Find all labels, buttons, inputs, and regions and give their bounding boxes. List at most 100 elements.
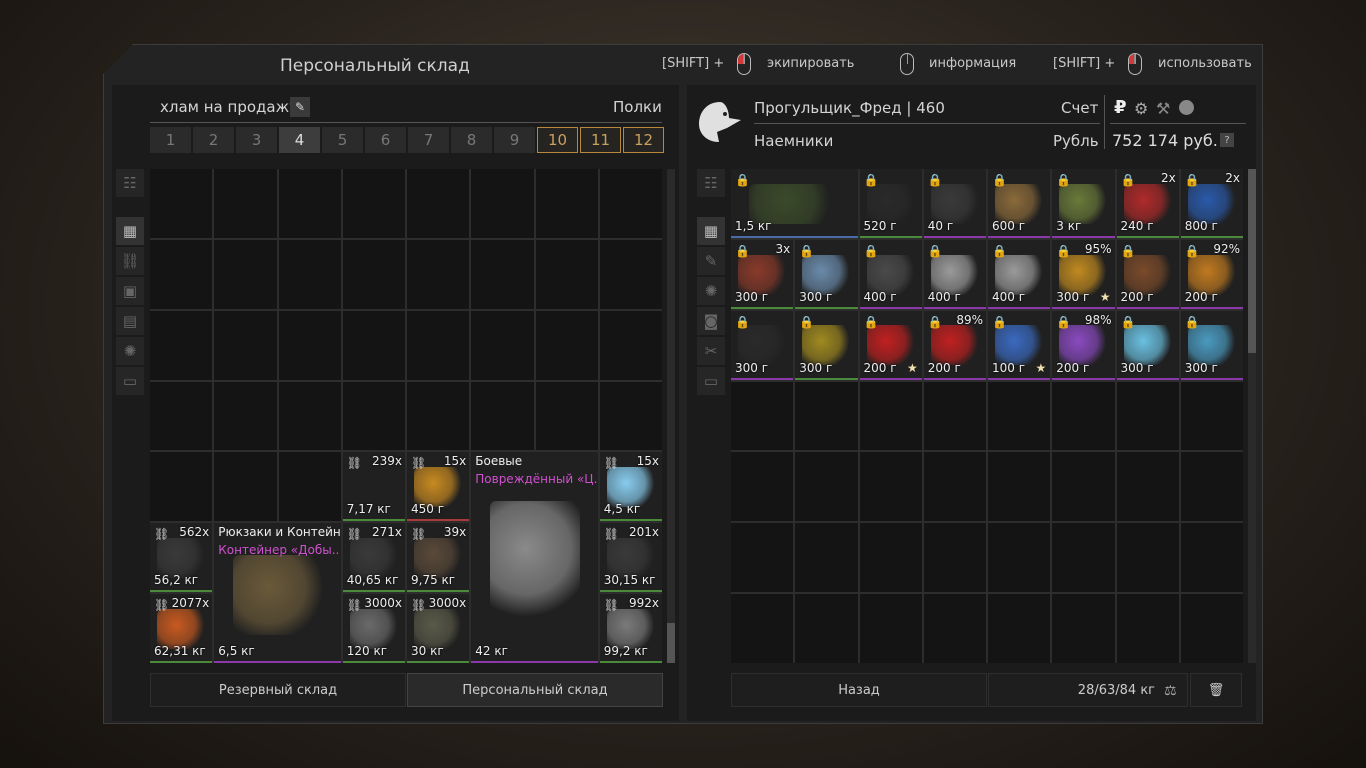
item-11[interactable]: 400 г 🔒 bbox=[923, 239, 986, 309]
empty-slot[interactable] bbox=[214, 239, 277, 309]
artifact-icon[interactable]: ✺ bbox=[697, 277, 725, 305]
item-l[interactable]: 3000x 30 кг ⛓ bbox=[407, 594, 470, 663]
empty-slot[interactable] bbox=[859, 594, 922, 663]
weapon-icon[interactable]: ✎ bbox=[697, 247, 725, 275]
empty-slot[interactable] bbox=[407, 169, 470, 238]
empty-slot[interactable] bbox=[1116, 594, 1179, 663]
empty-slot[interactable] bbox=[731, 452, 794, 522]
empty-slot[interactable] bbox=[535, 169, 598, 238]
shelf-tab-10[interactable]: 10 bbox=[537, 127, 578, 153]
item-22[interactable]: 300 г 🔒 bbox=[1116, 310, 1179, 380]
item-j[interactable]: 2077x 62,31 кг ⛓ bbox=[150, 594, 213, 663]
empty-slot[interactable] bbox=[150, 239, 213, 309]
empty-slot[interactable] bbox=[214, 169, 277, 238]
shelf-tab-12[interactable]: 12 bbox=[623, 127, 664, 153]
empty-slot[interactable] bbox=[599, 310, 662, 380]
empty-slot[interactable] bbox=[731, 594, 794, 663]
empty-slot[interactable] bbox=[923, 452, 986, 522]
empty-slot[interactable] bbox=[731, 523, 794, 593]
empty-slot[interactable] bbox=[859, 452, 922, 522]
empty-slot[interactable] bbox=[278, 239, 341, 309]
empty-slot[interactable] bbox=[599, 169, 662, 238]
empty-slot[interactable] bbox=[988, 523, 1051, 593]
item-7[interactable]: 2x 800 г 🔒 bbox=[1180, 169, 1243, 238]
reserve-storage-button[interactable]: Резервный склад bbox=[150, 673, 406, 707]
empty-slot[interactable] bbox=[923, 594, 986, 663]
empty-slot[interactable] bbox=[599, 381, 662, 451]
item-6[interactable]: 2x 240 г 🔒 bbox=[1116, 169, 1179, 238]
empty-slot[interactable] bbox=[150, 381, 213, 451]
empty-slot[interactable] bbox=[407, 239, 470, 309]
shelf-tab-2[interactable]: 2 bbox=[193, 127, 234, 153]
empty-slot[interactable] bbox=[278, 452, 341, 522]
empty-slot[interactable] bbox=[214, 381, 277, 451]
empty-slot[interactable] bbox=[1180, 452, 1243, 522]
item-17[interactable]: 300 г 🔒 bbox=[795, 310, 858, 380]
item-c[interactable]: 15x 4,5 кг ⛓ bbox=[599, 452, 662, 522]
back-button[interactable]: Назад bbox=[731, 673, 987, 707]
item-m[interactable]: 992x 99,2 кг ⛓ bbox=[599, 594, 662, 663]
empty-slot[interactable] bbox=[795, 523, 858, 593]
left-scrollbar[interactable] bbox=[667, 169, 675, 663]
archive-icon[interactable]: ▭ bbox=[116, 367, 144, 395]
empty-slot[interactable] bbox=[535, 381, 598, 451]
empty-slot[interactable] bbox=[988, 381, 1051, 451]
item-21[interactable]: 98% 200 г 🔒 bbox=[1052, 310, 1115, 380]
personal-storage-button[interactable]: Персональный склад bbox=[407, 673, 663, 707]
empty-slot[interactable] bbox=[150, 452, 213, 522]
item-10[interactable]: 400 г 🔒 bbox=[859, 239, 922, 309]
link-icon[interactable]: ⛓ bbox=[116, 247, 144, 275]
item-b[interactable]: 15x 450 г ⛓ bbox=[407, 452, 470, 522]
list-view-icon[interactable]: ☷ bbox=[116, 169, 144, 197]
empty-slot[interactable] bbox=[471, 310, 534, 380]
empty-slot[interactable] bbox=[535, 239, 598, 309]
item-f[interactable]: 271x 40,65 кг ⛓ bbox=[342, 523, 405, 593]
empty-slot[interactable] bbox=[342, 310, 405, 380]
empty-slot[interactable] bbox=[1052, 523, 1115, 593]
item-g[interactable]: 39x 9,75 кг ⛓ bbox=[407, 523, 470, 593]
item-14[interactable]: 200 г 🔒 bbox=[1116, 239, 1179, 309]
empty-slot[interactable] bbox=[150, 169, 213, 238]
item-13[interactable]: 95% 300 г ★ 🔒 bbox=[1052, 239, 1115, 309]
tools-icon[interactable]: ✂ bbox=[697, 337, 725, 365]
item-a[interactable]: 239x 7,17 кг ⛓ bbox=[342, 452, 405, 522]
shelf-tab-9[interactable]: 9 bbox=[494, 127, 535, 153]
camera-icon[interactable]: ◙ bbox=[697, 307, 725, 335]
empty-slot[interactable] bbox=[1116, 523, 1179, 593]
empty-slot[interactable] bbox=[407, 310, 470, 380]
pencil-icon[interactable]: ✎ bbox=[290, 97, 310, 117]
shelf-tab-4[interactable]: 4 bbox=[279, 127, 320, 153]
archive-icon[interactable]: ▭ bbox=[697, 367, 725, 395]
empty-slot[interactable] bbox=[278, 381, 341, 451]
empty-slot[interactable] bbox=[1116, 381, 1179, 451]
item-23[interactable]: 300 г 🔒 bbox=[1180, 310, 1243, 380]
item-e[interactable]: Рюкзаки и Контейнеры Контейнер «Добы.. 6,5… bbox=[214, 523, 341, 663]
filter-label[interactable]: хлам на продажу bbox=[160, 98, 298, 116]
empty-slot[interactable] bbox=[278, 169, 341, 238]
empty-slot[interactable] bbox=[923, 523, 986, 593]
shelf-tab-1[interactable]: 1 bbox=[150, 127, 191, 153]
empty-slot[interactable] bbox=[214, 452, 277, 522]
empty-slot[interactable] bbox=[1052, 594, 1115, 663]
empty-slot[interactable] bbox=[1180, 594, 1243, 663]
empty-slot[interactable] bbox=[795, 381, 858, 451]
scroll-thumb[interactable] bbox=[667, 623, 675, 663]
gear-icon[interactable]: ⚙ bbox=[1134, 99, 1148, 118]
empty-slot[interactable] bbox=[471, 381, 534, 451]
empty-slot[interactable] bbox=[1180, 381, 1243, 451]
shelf-tab-5[interactable]: 5 bbox=[322, 127, 363, 153]
shelf-tab-11[interactable]: 11 bbox=[580, 127, 621, 153]
empty-slot[interactable] bbox=[988, 594, 1051, 663]
empty-slot[interactable] bbox=[407, 381, 470, 451]
item-20[interactable]: 100 г ★ 🔒 bbox=[988, 310, 1051, 380]
list-view-icon[interactable]: ☷ bbox=[697, 169, 725, 197]
item-4[interactable]: 600 г 🔒 bbox=[988, 169, 1051, 238]
empty-slot[interactable] bbox=[731, 381, 794, 451]
empty-slot[interactable] bbox=[471, 239, 534, 309]
empty-slot[interactable] bbox=[471, 169, 534, 238]
empty-slot[interactable] bbox=[795, 594, 858, 663]
empty-slot[interactable] bbox=[1052, 381, 1115, 451]
scroll-thumb[interactable] bbox=[1248, 169, 1256, 353]
item-2[interactable]: 520 г 🔒 bbox=[859, 169, 922, 238]
item-i[interactable]: 201x 30,15 кг ⛓ bbox=[599, 523, 662, 593]
